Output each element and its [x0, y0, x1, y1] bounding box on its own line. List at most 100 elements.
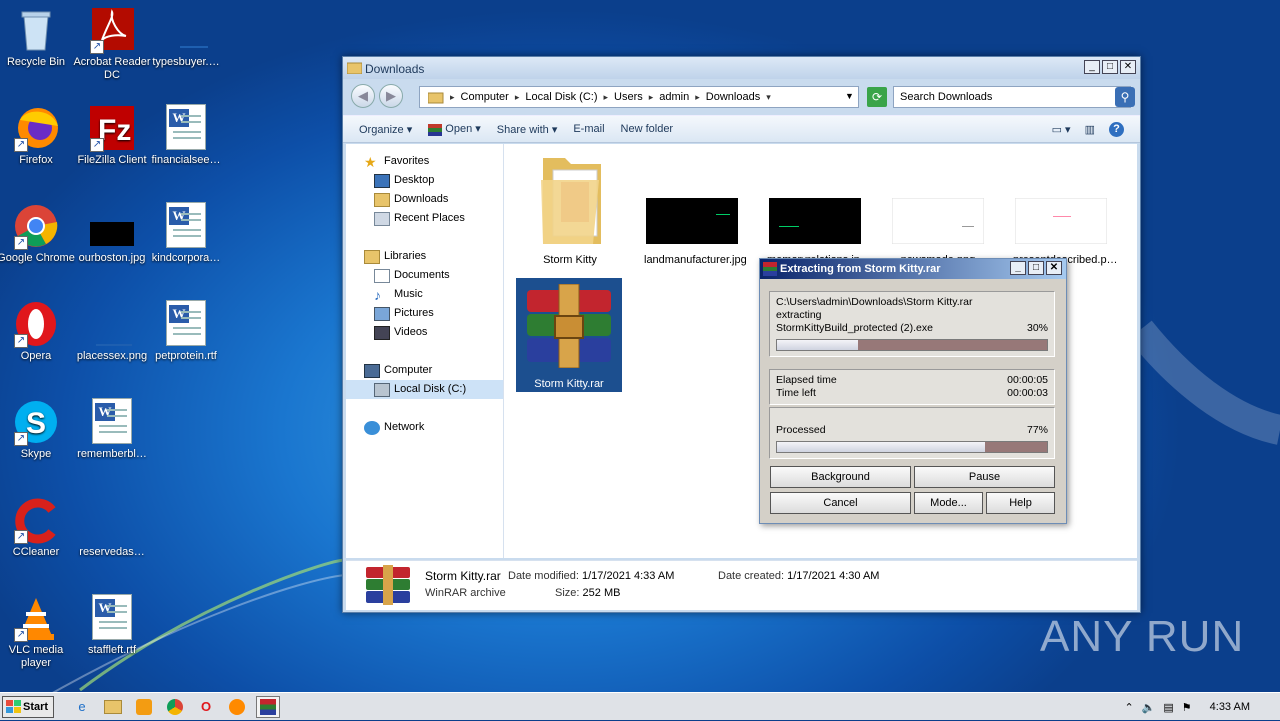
winrar-icon: [527, 283, 611, 369]
address-bar[interactable]: ▸ Computer ▸ Local Disk (C:) ▸ Users ▸ admi…: [419, 86, 859, 108]
nav-network[interactable]: Network: [346, 418, 503, 437]
nav-downloads[interactable]: Downloads: [346, 190, 503, 209]
search-input[interactable]: Search Downloads: [893, 86, 1131, 108]
desktop-icon-placessex[interactable]: placessex.png: [71, 300, 153, 363]
icon-label: financialsee…: [151, 154, 221, 166]
videos-icon: [374, 325, 390, 340]
open-button[interactable]: Open ▾: [420, 122, 489, 136]
pause-button[interactable]: Pause: [914, 466, 1055, 488]
desktop-icon-skype[interactable]: S ↗ Skype: [0, 398, 77, 461]
file-item-storm-kitty-folder[interactable]: Storm Kitty: [522, 152, 618, 267]
extraction-progress-group: C:\Users\admin\Downloads\Storm Kitty.rar…: [769, 291, 1055, 357]
desktop-icon-reservedas[interactable]: reservedas…: [71, 496, 153, 559]
desktop-icon-financialsee[interactable]: W financialsee…: [145, 104, 227, 167]
explorer-taskbar-icon[interactable]: [101, 696, 125, 718]
pictures-icon: [374, 306, 390, 321]
desktop-icon-petprotein[interactable]: W petprotein.rtf: [145, 300, 227, 363]
recent-places-icon: [374, 211, 390, 226]
refresh-button[interactable]: ⟳: [867, 87, 887, 107]
desktop-icon-staffleft[interactable]: W staffleft.rtf: [71, 594, 153, 657]
nav-desktop[interactable]: Desktop: [346, 171, 503, 190]
nav-computer[interactable]: Computer: [346, 361, 503, 380]
details-modified-value: 1/17/2021 4:33 AM: [582, 570, 675, 582]
explorer-titlebar[interactable]: Downloads _ □ ✕: [343, 57, 1140, 79]
desktop-icon-ccleaner[interactable]: ↗ CCleaner: [0, 496, 77, 559]
dialog-minimize-button[interactable]: _: [1010, 261, 1026, 275]
breadcrumb-admin[interactable]: admin: [659, 91, 689, 103]
organize-button[interactable]: Organize ▾: [343, 123, 420, 136]
forward-button[interactable]: ▶: [379, 84, 403, 108]
desktop-icon-vlc[interactable]: ↗ VLC media player: [0, 594, 77, 670]
file-item-newsmade[interactable]: newsmade.png: [890, 197, 986, 267]
maximize-button[interactable]: □: [1102, 60, 1118, 74]
desktop-icon-ourboston[interactable]: ourboston.jpg: [71, 202, 153, 265]
organize-label: Organize: [359, 123, 404, 136]
blank-file-icon: [88, 496, 136, 544]
nav-local-disk[interactable]: Local Disk (C:): [346, 380, 503, 399]
share-button[interactable]: Share with ▾: [489, 123, 566, 136]
file-item-presentdescribed[interactable]: presentdescribed.p…: [1013, 197, 1118, 267]
network-tray-icon[interactable]: ▤: [1163, 701, 1173, 714]
winrar-taskbar-icon[interactable]: [256, 695, 280, 718]
breadcrumb-users[interactable]: Users: [614, 91, 643, 103]
file-item-storm-kitty-rar[interactable]: Storm Kitty.rar: [516, 278, 622, 392]
address-dropdown-icon[interactable]: ▼: [845, 91, 854, 101]
nav-label: Desktop: [394, 174, 435, 186]
cancel-button[interactable]: Cancel: [770, 492, 911, 514]
nav-label: Libraries: [384, 250, 427, 262]
show-hidden-icons-icon[interactable]: ⌃: [1124, 701, 1133, 714]
desktop-icon-rememberbl[interactable]: W rememberbl…: [71, 398, 153, 461]
file-item-memoryrelations[interactable]: memoryrelations.jp…: [767, 198, 871, 267]
media-player-icon[interactable]: [132, 696, 156, 718]
breadcrumb-local-disk[interactable]: Local Disk (C:): [525, 91, 597, 103]
desktop-icon-firefox[interactable]: ↗ Firefox: [0, 104, 77, 167]
back-button[interactable]: ◀: [351, 84, 375, 108]
email-button[interactable]: E-mail: [565, 123, 612, 135]
help-icon[interactable]: ?: [1109, 121, 1124, 137]
nav-documents[interactable]: Documents: [346, 266, 503, 285]
desktop-icon-recycle-bin[interactable]: Recycle Bin: [0, 6, 77, 69]
nav-pictures[interactable]: Pictures: [346, 304, 503, 323]
start-button[interactable]: Start: [2, 695, 54, 718]
firefox-taskbar-icon[interactable]: [225, 696, 249, 718]
breadcrumb-computer[interactable]: Computer: [461, 91, 509, 103]
breadcrumb-downloads[interactable]: Downloads: [706, 91, 760, 103]
clock[interactable]: 4:33 AM: [1210, 701, 1250, 713]
desktop-icon-acrobat[interactable]: ↗ Acrobat Reader DC: [71, 6, 153, 82]
help-button[interactable]: Help: [986, 492, 1055, 514]
word-doc-icon: W: [88, 594, 136, 642]
elapsed-value: 00:00:05: [1007, 374, 1048, 386]
dialog-close-button[interactable]: ✕: [1046, 261, 1062, 275]
dialog-maximize-button[interactable]: □: [1028, 261, 1044, 275]
volume-icon[interactable]: 🔈: [1142, 701, 1156, 714]
close-button[interactable]: ✕: [1120, 60, 1136, 74]
nav-libraries[interactable]: Libraries: [346, 247, 503, 266]
chrome-taskbar-icon[interactable]: [163, 696, 187, 718]
nav-videos[interactable]: Videos: [346, 323, 503, 342]
command-bar: Organize ▾ Open ▾ Share with ▾ E-mail Ne…: [343, 115, 1140, 143]
image-thumbnail-icon: [891, 197, 985, 245]
desktop-icon-typesbuyer[interactable]: typesbuyer.…: [145, 6, 227, 69]
desktop-icon-opera[interactable]: ↗ Opera: [0, 300, 77, 363]
blank-file-icon: [162, 6, 210, 54]
minimize-button[interactable]: _: [1084, 60, 1100, 74]
preview-pane-icon[interactable]: ▥: [1085, 123, 1095, 136]
nav-label: Videos: [394, 326, 428, 338]
internet-explorer-icon[interactable]: e: [70, 696, 94, 718]
mode-button[interactable]: Mode...: [914, 492, 983, 514]
view-options-icon[interactable]: ▭ ▾: [1052, 123, 1071, 136]
new-folder-button[interactable]: New folder: [613, 123, 682, 135]
nav-music[interactable]: ♪ Music: [346, 285, 503, 304]
desktop-icon-chrome[interactable]: ↗ Google Chrome: [0, 202, 77, 265]
desktop-icon-kindcorpora[interactable]: W kindcorpora…: [145, 202, 227, 265]
dialog-titlebar[interactable]: Extracting from Storm Kitty.rar _ □ ✕: [760, 259, 1066, 279]
processed-group: Processed 77%: [769, 407, 1055, 459]
nav-recent-places[interactable]: Recent Places: [346, 209, 503, 228]
opera-taskbar-icon[interactable]: O: [194, 696, 218, 718]
search-icon[interactable]: ⚲: [1115, 87, 1135, 107]
nav-favorites[interactable]: ★ Favorites: [346, 152, 503, 171]
file-item-landmanufacturer[interactable]: landmanufacturer.jpg: [644, 198, 747, 267]
desktop-icon-filezilla[interactable]: Fz ↗ FileZilla Client: [71, 104, 153, 167]
action-center-flag-icon[interactable]: ⚑: [1182, 701, 1192, 714]
background-button[interactable]: Background: [770, 466, 911, 488]
